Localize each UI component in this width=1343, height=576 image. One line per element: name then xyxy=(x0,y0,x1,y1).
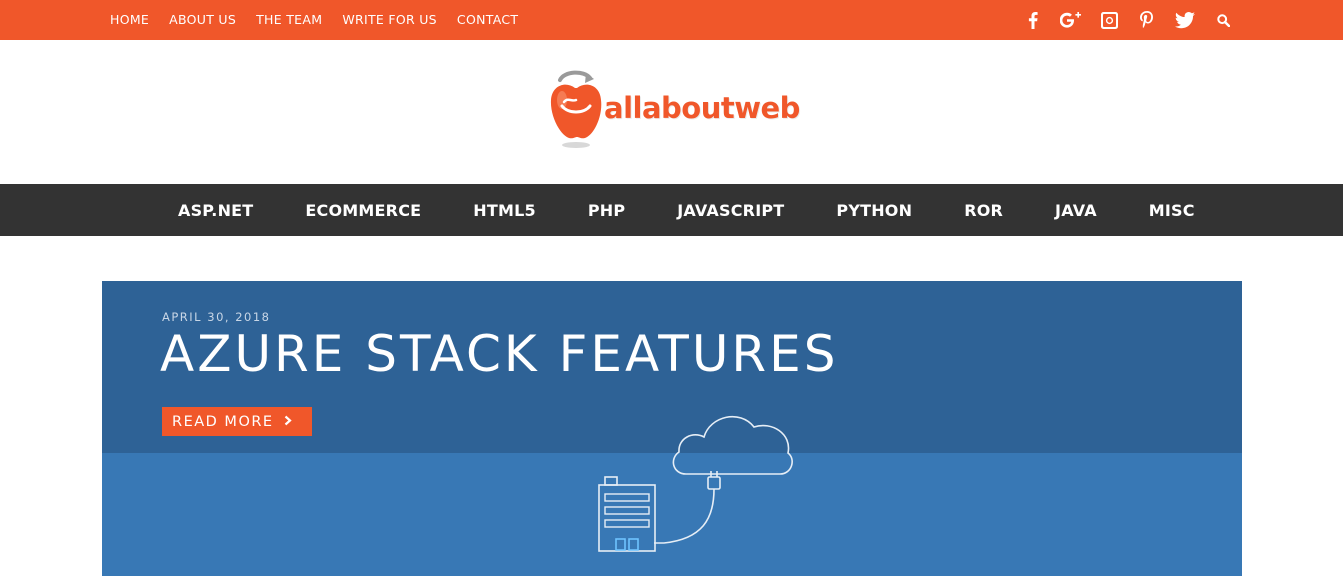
site-logo[interactable]: allaboutweb xyxy=(548,68,808,150)
pinterest-icon[interactable] xyxy=(1128,0,1166,40)
category-html5[interactable]: HTML5 xyxy=(447,201,562,220)
top-nav-contact[interactable]: CONTACT xyxy=(447,0,528,40)
post-title[interactable]: AZURE STACK FEATURES xyxy=(160,325,838,383)
category-misc[interactable]: MISC xyxy=(1123,201,1221,220)
category-php[interactable]: PHP xyxy=(562,201,651,220)
apple-logo-icon xyxy=(550,70,602,148)
read-more-label: READ MORE xyxy=(172,413,274,430)
category-python[interactable]: PYTHON xyxy=(810,201,938,220)
top-nav-write-for-us[interactable]: WRITE FOR US xyxy=(332,0,447,40)
top-nav-home[interactable]: HOME xyxy=(100,0,159,40)
logo-text: allaboutweb xyxy=(604,91,800,125)
read-more-button[interactable]: READ MORE xyxy=(162,407,312,436)
search-icon[interactable] xyxy=(1204,0,1242,40)
top-nav-about-us[interactable]: ABOUT US xyxy=(159,0,246,40)
category-nav: ASP.NET ECOMMERCE HTML5 PHP JAVASCRIPT P… xyxy=(0,184,1343,236)
category-ror[interactable]: ROR xyxy=(938,201,1029,220)
chevron-right-icon xyxy=(284,414,292,430)
twitter-icon[interactable] xyxy=(1166,0,1204,40)
category-ecommerce[interactable]: ECOMMERCE xyxy=(279,201,447,220)
featured-post[interactable]: APRIL 30, 2018 AZURE STACK FEATURES READ… xyxy=(102,281,1242,576)
facebook-icon[interactable] xyxy=(1014,0,1052,40)
category-javascript[interactable]: JAVASCRIPT xyxy=(651,201,810,220)
category-java[interactable]: JAVA xyxy=(1029,201,1123,220)
top-nav: HOME ABOUT US THE TEAM WRITE FOR US CONT… xyxy=(100,0,528,40)
top-nav-the-team[interactable]: THE TEAM xyxy=(246,0,332,40)
post-date: APRIL 30, 2018 xyxy=(162,310,271,324)
social-links xyxy=(1014,0,1242,40)
instagram-icon[interactable] xyxy=(1090,0,1128,40)
google-plus-icon[interactable] xyxy=(1052,0,1090,40)
category-aspnet[interactable]: ASP.NET xyxy=(152,201,279,220)
top-bar: HOME ABOUT US THE TEAM WRITE FOR US CONT… xyxy=(0,0,1343,40)
